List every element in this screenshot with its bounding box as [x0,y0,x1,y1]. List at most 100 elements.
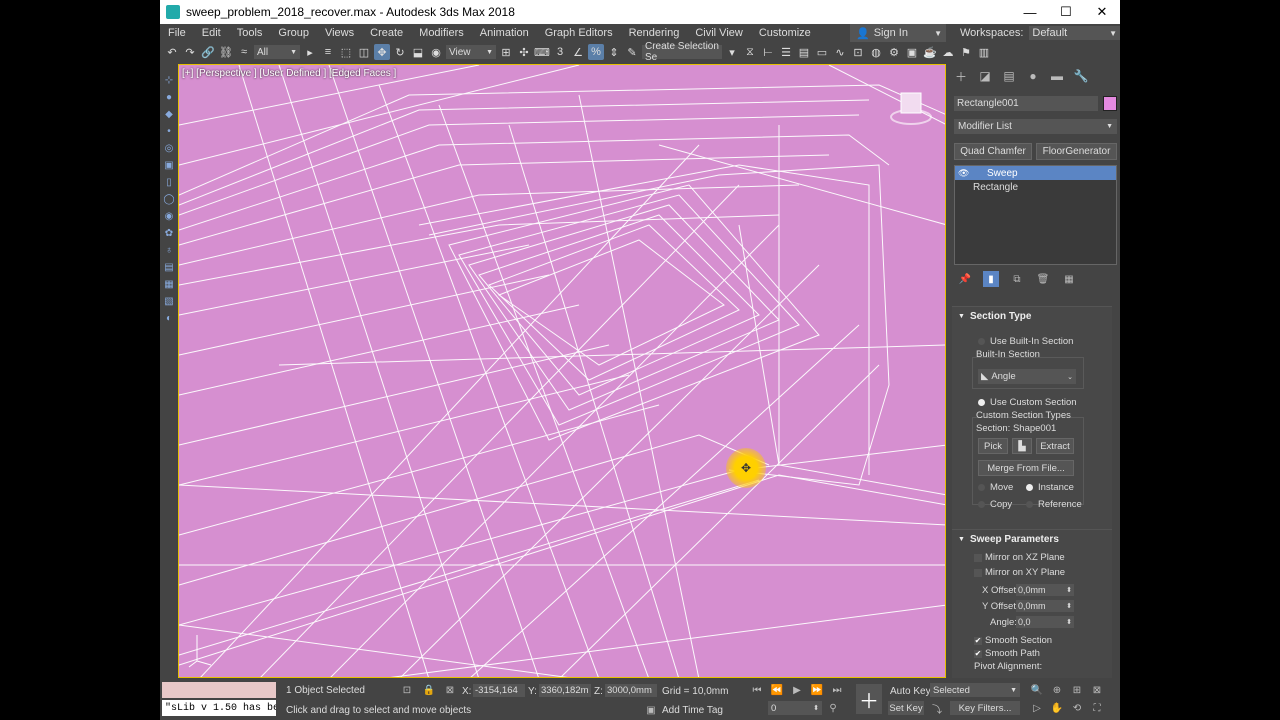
menu-edit[interactable]: Edit [194,27,229,39]
absolute-mode-icon[interactable]: ⊠ [443,683,457,697]
rect-selection-icon[interactable]: ⬚ [338,44,354,60]
bind-space-warp-icon[interactable]: ≈ [236,44,252,60]
menu-animation[interactable]: Animation [472,27,537,39]
current-frame-field[interactable]: 0 ⬍ [768,701,822,715]
redo-icon[interactable]: ↷ [182,44,198,60]
x-offset-spinner[interactable]: 0,0mm ⬍ [1016,584,1074,596]
zoom-extents-icon[interactable]: ⊞ [1070,683,1084,697]
point-icon[interactable]: • [160,123,178,140]
smooth-path-checkbox[interactable]: ✔ Smooth Path [974,648,1040,659]
vertex-icon[interactable]: ● [160,89,178,106]
mirror-xz-checkbox[interactable]: Mirror on XZ Plane [974,552,1065,563]
previous-frame-icon[interactable]: ⏪ [770,683,784,697]
go-to-start-icon[interactable]: ⏮ [750,683,764,697]
maximize-viewport-icon[interactable]: ⛶ [1090,701,1104,715]
y-coord-field[interactable]: 3360,182m [539,684,591,697]
stack-item-rectangle[interactable]: Rectangle [955,180,1116,194]
builtin-section-select[interactable]: ◣ Angle ⌄ [978,369,1076,384]
maximize-button[interactable]: ☐ [1048,0,1084,24]
schematic-view-icon[interactable]: ⊡ [850,44,866,60]
floor-generator-button[interactable]: FloorGenerator [1036,143,1117,160]
section-type-header[interactable]: ▼ Section Type [952,307,1112,325]
helper-icon[interactable]: ▦ [160,276,178,293]
move-radio[interactable]: Move [978,482,1013,493]
keyboard-shortcut-icon[interactable]: ⌨ [534,44,550,60]
spinner-snap-icon[interactable]: ⇕ [606,44,622,60]
toggle-scene-explorer-icon[interactable]: ☰ [778,44,794,60]
quad-chamfer-button[interactable]: Quad Chamfer [954,143,1032,160]
orbit-icon[interactable]: ⟲ [1070,701,1084,715]
sphere-icon[interactable]: ◯ [160,191,178,208]
set-key-button[interactable]: Set Key [888,701,924,715]
window-crossing-icon[interactable]: ◫ [356,44,372,60]
x-coord-field[interactable]: -3154,164 [473,684,525,697]
eye-icon[interactable]: 👁 [958,168,969,179]
sign-in-dropdown[interactable]: 👤 Sign In ▼ [850,24,946,42]
workspaces-select[interactable]: Default ▼ [1029,26,1120,40]
light-icon[interactable]: ♁ [160,242,178,259]
select-object-icon[interactable]: ▸ [302,44,318,60]
y-offset-spinner[interactable]: 0,0mm ⬍ [1016,600,1074,612]
next-frame-icon[interactable]: ⏩ [810,683,824,697]
menu-group[interactable]: Group [270,27,317,39]
open-gallery-icon[interactable]: ▥ [976,44,992,60]
menu-customize[interactable]: Customize [751,27,819,39]
menu-modifiers[interactable]: Modifiers [411,27,472,39]
undo-icon[interactable]: ↶ [164,44,180,60]
pin-stack-icon[interactable]: 📌 [957,271,973,287]
curve-editor-icon[interactable]: ∿ [832,44,848,60]
edit-named-selection-icon[interactable]: ✎ [624,44,640,60]
snaps-toggle-icon[interactable]: 3 [552,44,568,60]
pick-button[interactable]: Pick [978,438,1008,454]
play-icon[interactable]: ▶ [790,683,804,697]
field-of-view-icon[interactable]: ▷ [1030,701,1044,715]
render-a360-icon[interactable]: ⚑ [958,44,974,60]
mirror-xy-checkbox[interactable]: Mirror on XY Plane [974,567,1065,578]
rendered-frame-window-icon[interactable]: ▣ [904,44,920,60]
box-icon[interactable]: ▣ [160,157,178,174]
viewport-label[interactable]: [+] [Perspective ] [User Defined ] [Edge… [182,68,396,79]
system-icon[interactable]: ◐ [160,310,178,327]
object-color-swatch[interactable] [1103,96,1117,111]
set-keys-button[interactable]: ＋ [856,684,882,714]
object-paint-icon[interactable]: ◎ [160,140,178,157]
make-unique-icon[interactable]: ⧉ [1009,271,1025,287]
zoom-icon[interactable]: 🔍 [1030,683,1044,697]
default-in-out-tangents-icon[interactable]: ⤵ [930,701,944,716]
paint-icon[interactable]: ✿ [160,225,178,242]
named-selection-sets-icon[interactable]: ▾ [724,44,740,60]
close-button[interactable]: ✕ [1084,0,1120,24]
remove-modifier-icon[interactable]: 🗑 [1035,271,1051,287]
select-place-icon[interactable]: ◉ [428,44,444,60]
menu-views[interactable]: Views [317,27,362,39]
snap-icon[interactable]: ⊹ [160,72,178,89]
pick-shape-button[interactable]: ▙ [1012,438,1032,454]
unlink-icon[interactable]: ⛓ [218,44,234,60]
select-manipulate-icon[interactable]: ✣ [516,44,532,60]
material-editor-icon[interactable]: ◍ [868,44,884,60]
link-icon[interactable]: 🔗 [200,44,216,60]
reference-coordinate-select[interactable]: View ▼ [446,45,496,59]
key-set-select[interactable]: Selected ▼ [930,683,1020,697]
use-builtin-radio[interactable]: Use Built-In Section [978,336,1073,347]
render-setup-icon[interactable]: ⚙ [886,44,902,60]
named-selection-select[interactable]: Create Selection Se [642,41,722,63]
zoom-extents-all-icon[interactable]: ⊠ [1090,683,1104,697]
percent-snap-icon[interactable]: % [588,44,604,60]
key-mode-icon[interactable]: ⚲ [826,701,840,715]
target-icon[interactable]: ◉ [160,208,178,225]
toggle-layer-explorer-icon[interactable]: ▤ [796,44,812,60]
align-icon[interactable]: ⊢ [760,44,776,60]
motion-tab-icon[interactable]: ● [1024,67,1042,85]
render-in-cloud-icon[interactable]: ☁ [940,44,956,60]
smooth-section-checkbox[interactable]: ✔ Smooth Section [974,635,1052,646]
time-tag-icon[interactable]: ▣ [644,703,658,717]
select-scale-icon[interactable]: ⬓ [410,44,426,60]
viewcube[interactable] [889,87,933,127]
angle-snap-icon[interactable]: ∠ [570,44,586,60]
menu-tools[interactable]: Tools [229,27,271,39]
menu-create[interactable]: Create [362,27,411,39]
render-production-icon[interactable]: ☕ [922,44,938,60]
merge-from-file-button[interactable]: Merge From File... [978,460,1074,476]
angle-spinner[interactable]: 0,0 ⬍ [1016,616,1074,628]
